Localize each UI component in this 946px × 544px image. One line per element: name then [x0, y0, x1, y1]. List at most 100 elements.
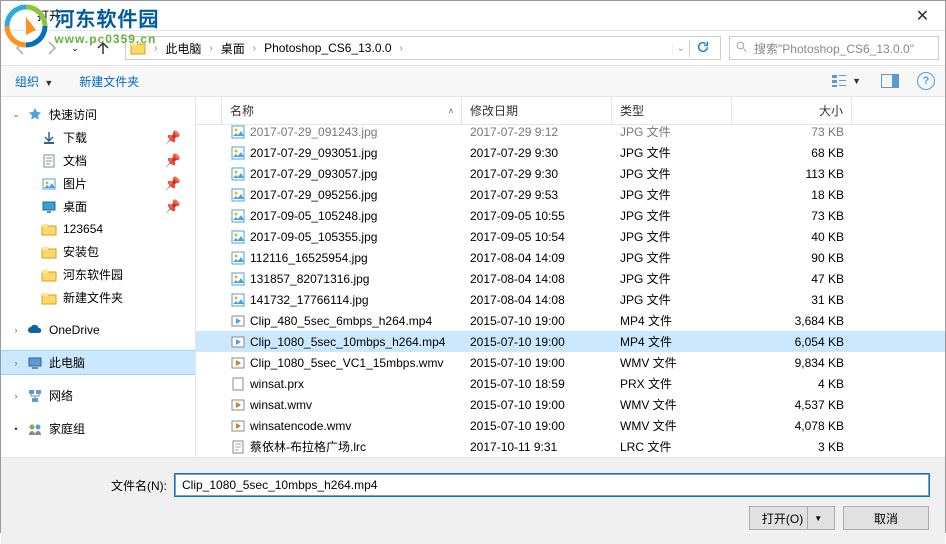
sidebar-this-pc[interactable]: › 此电脑	[1, 351, 195, 374]
file-type: JPG 文件	[612, 144, 732, 161]
file-date: 2017-07-29 9:53	[462, 188, 612, 202]
file-row[interactable]: 141732_17766114.jpg 2017-08-04 14:08 JPG…	[196, 289, 945, 310]
breadcrumb[interactable]: › 此电脑 › 桌面 › Photoshop_CS6_13.0.0 › ⌄	[125, 36, 721, 60]
file-size: 18 KB	[732, 188, 852, 202]
sidebar-homegroup[interactable]: • 家庭组	[1, 417, 195, 440]
file-size: 4,537 KB	[732, 398, 852, 412]
chevron-right-icon: ›	[11, 325, 21, 335]
help-button[interactable]: ?	[917, 72, 935, 90]
chevron-down-icon: ⌄	[11, 109, 21, 120]
column-type[interactable]: 类型	[612, 97, 732, 124]
chevron-down-icon: ▼	[44, 78, 53, 88]
sidebar-item[interactable]: 图片📌	[1, 172, 195, 195]
folder-icon	[41, 244, 57, 260]
file-row[interactable]: winsat.prx 2015-07-10 18:59 PRX 文件 4 KB	[196, 373, 945, 394]
file-name: 2017-07-29_093057.jpg	[250, 167, 377, 181]
forward-button[interactable]	[37, 35, 65, 61]
file-date: 2015-07-10 19:00	[462, 314, 612, 328]
file-size: 3 KB	[732, 440, 852, 454]
sidebar-item[interactable]: 123654	[1, 218, 195, 240]
file-row[interactable]: winsat.wmv 2015-07-10 19:00 WMV 文件 4,537…	[196, 394, 945, 415]
cancel-button[interactable]: 取消	[843, 506, 929, 530]
file-name: 2017-07-29_091243.jpg	[250, 125, 377, 139]
file-size: 6,054 KB	[732, 335, 852, 349]
sidebar-quick-access[interactable]: ⌄ 快速访问	[1, 103, 195, 126]
breadcrumb-part[interactable]: 桌面	[217, 38, 249, 59]
sidebar-item[interactable]: 河东软件园	[1, 263, 195, 286]
column-size[interactable]: 大小	[732, 97, 852, 124]
file-row[interactable]: 131857_82071316.jpg 2017-08-04 14:08 JPG…	[196, 268, 945, 289]
file-row[interactable]: winsatencode.wmv 2015-07-10 19:00 WMV 文件…	[196, 415, 945, 436]
column-headers: 名称ʌ 修改日期 类型 大小	[196, 97, 945, 125]
file-size: 90 KB	[732, 251, 852, 265]
file-icon	[230, 439, 246, 455]
pin-icon: 📌	[165, 176, 181, 192]
file-icon	[230, 250, 246, 266]
file-icon	[230, 292, 246, 308]
search-input[interactable]: 搜索"Photoshop_CS6_13.0.0"	[729, 36, 939, 60]
file-date: 2017-08-04 14:08	[462, 293, 612, 307]
refresh-button[interactable]	[689, 40, 716, 57]
column-date[interactable]: 修改日期	[462, 97, 612, 124]
file-row[interactable]: 2017-07-29_095256.jpg 2017-07-29 9:53 JP…	[196, 184, 945, 205]
file-type: JPG 文件	[612, 125, 732, 140]
preview-pane-button[interactable]	[879, 72, 901, 90]
file-date: 2015-07-10 19:00	[462, 398, 612, 412]
close-button[interactable]: ✕	[900, 1, 945, 30]
newfolder-button[interactable]: 新建文件夹	[75, 71, 143, 92]
sidebar-item[interactable]: 安装包	[1, 240, 195, 263]
window-title: 打开	[37, 7, 61, 24]
file-size: 73 KB	[732, 209, 852, 223]
open-button[interactable]: 打开(O)▼	[749, 506, 835, 530]
folder-icon	[41, 267, 57, 283]
file-icon	[230, 166, 246, 182]
back-button[interactable]	[7, 35, 35, 61]
column-name[interactable]: 名称ʌ	[222, 97, 462, 124]
sidebar-network[interactable]: › 网络	[1, 384, 195, 407]
star-icon	[27, 107, 43, 123]
file-type: PRX 文件	[612, 375, 732, 392]
sidebar-item-label: 安装包	[63, 243, 99, 260]
file-row[interactable]: 112116_16525954.jpg 2017-08-04 14:09 JPG…	[196, 247, 945, 268]
file-row[interactable]: 2017-09-05_105355.jpg 2017-09-05 10:54 J…	[196, 226, 945, 247]
chevron-right-icon: ›	[253, 43, 256, 54]
file-type: WMV 文件	[612, 417, 732, 434]
view-options-button[interactable]: ▼	[829, 72, 863, 90]
file-date: 2017-08-04 14:08	[462, 272, 612, 286]
file-row[interactable]: 2017-07-29_093051.jpg 2017-07-29 9:30 JP…	[196, 142, 945, 163]
file-icon	[230, 229, 246, 245]
file-row[interactable]: 2017-09-05_105248.jpg 2017-09-05 10:55 J…	[196, 205, 945, 226]
file-date: 2017-07-29 9:12	[462, 125, 612, 139]
sidebar-item-label: 文档	[63, 152, 87, 169]
file-icon	[230, 187, 246, 203]
breadcrumb-part[interactable]: 此电脑	[161, 38, 205, 59]
file-size: 9,834 KB	[732, 356, 852, 370]
file-row[interactable]: Clip_480_5sec_6mbps_h264.mp4 2015-07-10 …	[196, 310, 945, 331]
filename-input[interactable]	[175, 474, 929, 496]
file-row[interactable]: 蔡依林-布拉格广场.lrc 2017-10-11 9:31 LRC 文件 3 K…	[196, 436, 945, 457]
file-size: 73 KB	[732, 125, 852, 139]
up-button[interactable]	[89, 35, 117, 61]
column-checkbox[interactable]	[196, 97, 222, 124]
sidebar-item[interactable]: 文档📌	[1, 149, 195, 172]
sidebar-item[interactable]: 新建文件夹	[1, 286, 195, 309]
file-row[interactable]: 2017-07-29_093057.jpg 2017-07-29 9:30 JP…	[196, 163, 945, 184]
file-date: 2015-07-10 18:59	[462, 377, 612, 391]
chevron-right-icon: ›	[400, 43, 403, 54]
file-row[interactable]: Clip_1080_5sec_VC1_15mbps.wmv 2015-07-10…	[196, 352, 945, 373]
breadcrumb-dropdown[interactable]: ⌄	[672, 43, 689, 54]
homegroup-icon	[27, 421, 43, 437]
sidebar-item[interactable]: 桌面📌	[1, 195, 195, 218]
file-name: 蔡依林-布拉格广场.lrc	[250, 438, 366, 455]
file-name: Clip_1080_5sec_VC1_15mbps.wmv	[250, 356, 443, 370]
file-type: JPG 文件	[612, 291, 732, 308]
file-row[interactable]: Clip_1080_5sec_10mbps_h264.mp4 2015-07-1…	[196, 331, 945, 352]
sidebar-item[interactable]: 下载📌	[1, 126, 195, 149]
file-row[interactable]: 2017-07-29_091243.jpg 2017-07-29 9:12 JP…	[196, 125, 945, 142]
organize-button[interactable]: 组织 ▼	[11, 71, 57, 92]
history-button[interactable]: ⌄	[67, 43, 83, 54]
breadcrumb-part[interactable]: Photoshop_CS6_13.0.0	[260, 39, 395, 57]
sidebar-item-label: 桌面	[63, 198, 87, 215]
file-size: 113 KB	[732, 167, 852, 181]
sidebar-onedrive[interactable]: › OneDrive	[1, 319, 195, 341]
